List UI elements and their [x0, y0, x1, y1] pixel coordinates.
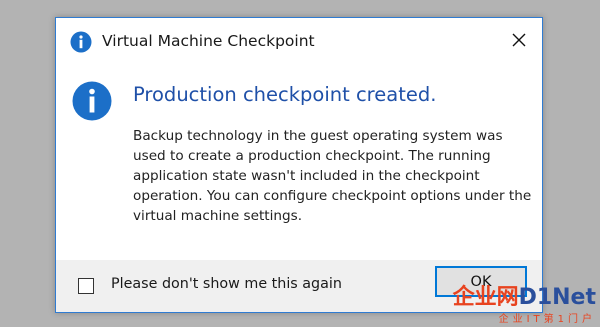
checkpoint-dialog: Virtual Machine Checkpoint Production ch…: [55, 17, 543, 313]
title-bar: Virtual Machine Checkpoint: [56, 18, 542, 64]
dialog-content: Production checkpoint created. Backup te…: [56, 64, 542, 260]
ok-button[interactable]: OK: [435, 266, 527, 297]
dont-show-again-label[interactable]: Please don't show me this again: [111, 276, 342, 292]
dialog-title: Virtual Machine Checkpoint: [102, 32, 315, 50]
message-text: Backup technology in the guest operating…: [133, 128, 532, 224]
close-button[interactable]: [496, 18, 542, 64]
main-instruction: Production checkpoint created.: [133, 83, 437, 106]
close-icon: [512, 32, 526, 51]
dont-show-again-checkbox[interactable]: [78, 278, 94, 294]
info-icon: [70, 31, 92, 53]
dialog-footer: Please don't show me this again OK: [56, 260, 542, 312]
info-large-icon: [72, 81, 112, 121]
